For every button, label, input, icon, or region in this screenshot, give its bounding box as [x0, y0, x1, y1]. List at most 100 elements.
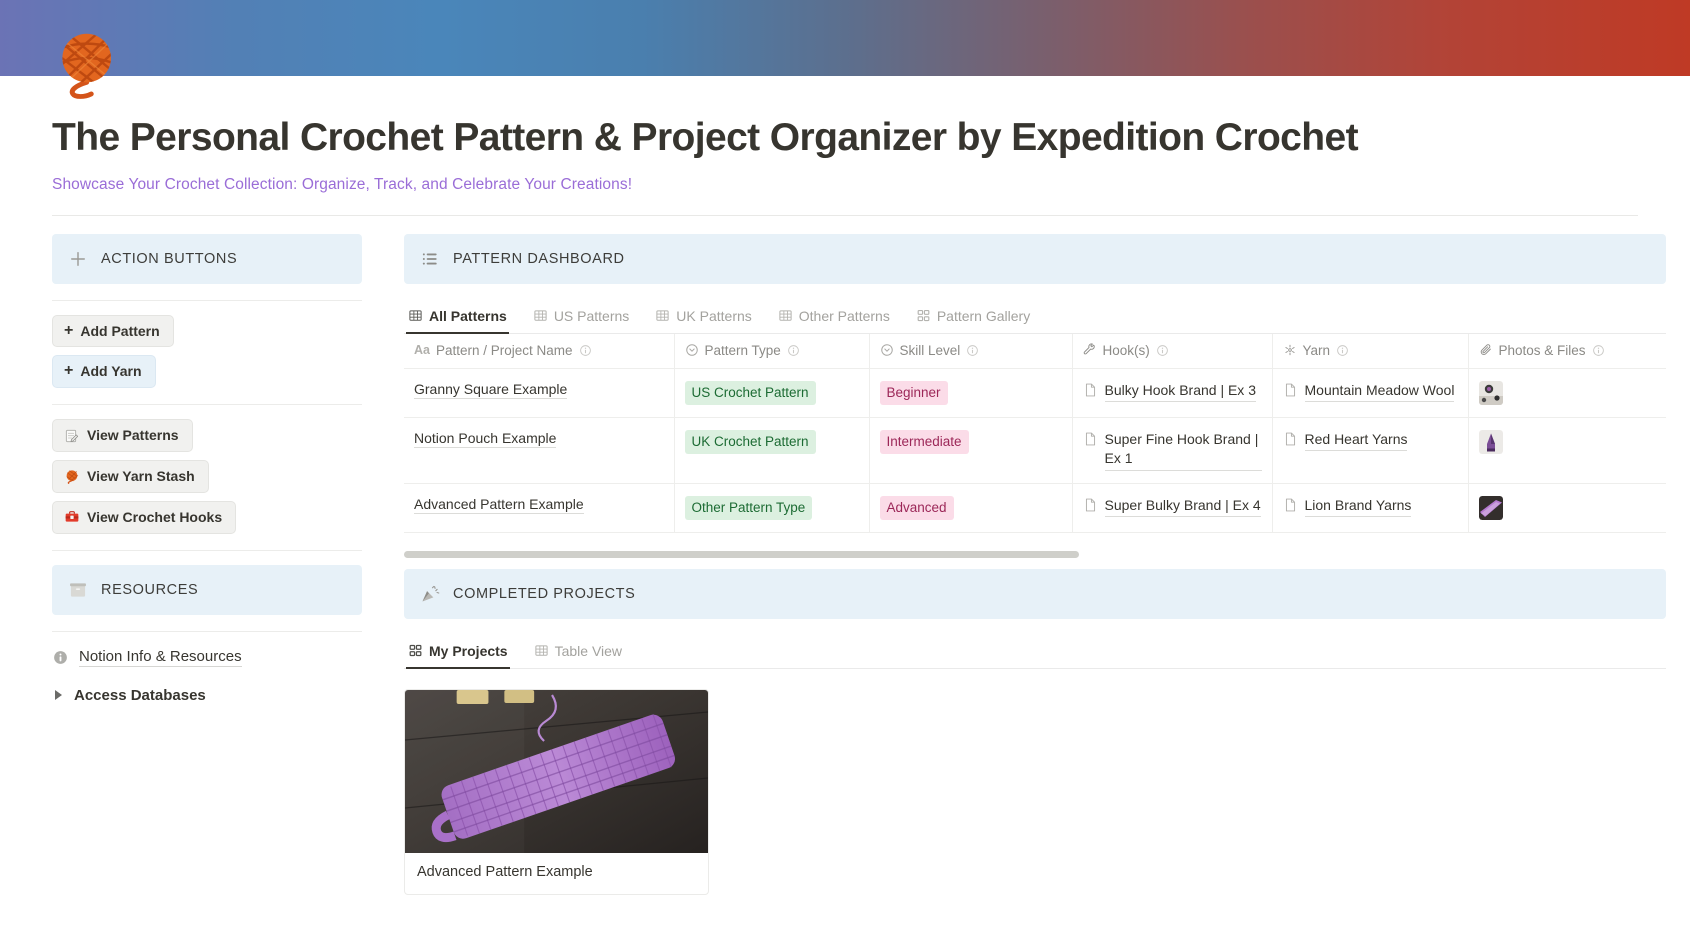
column-header-skill-level[interactable]: Skill Level — [869, 333, 1073, 369]
cell-skill-level[interactable]: Advanced — [869, 483, 1073, 533]
column-label: Hook(s) — [1102, 342, 1150, 358]
photo-thumbnail[interactable] — [1478, 429, 1503, 454]
page-icon — [1085, 498, 1095, 511]
plus-icon — [71, 251, 85, 266]
column-header-pattern-name[interactable]: Aa Pattern / Project Name — [404, 333, 675, 369]
column-header-photos-files[interactable]: Photos & Files — [1468, 333, 1666, 369]
page-icon — [1285, 383, 1295, 397]
yarn-relation-link[interactable]: Mountain Meadow Wool — [1304, 381, 1455, 402]
collapsed-triangle-icon[interactable] — [55, 690, 62, 701]
notion-info-resources-link[interactable]: Notion Info & Resources — [52, 648, 362, 667]
view-crochet-hooks-label: View Crochet Hooks — [87, 508, 223, 525]
access-databases-toggle[interactable]: Access Databases — [55, 687, 362, 704]
card-file-box-icon — [70, 582, 86, 597]
yarn-ball-icon — [66, 470, 79, 485]
info-icon — [54, 650, 67, 664]
info-icon[interactable] — [1156, 344, 1169, 357]
relation-icon — [1284, 345, 1295, 356]
gallery-icon — [409, 645, 422, 657]
gallery-card[interactable]: Advanced Pattern Example — [404, 688, 709, 895]
hook-relation-link[interactable]: Super Fine Hook Brand | Ex 1 — [1104, 430, 1262, 471]
table-horizontal-scrollbar[interactable] — [404, 550, 1666, 558]
hook-relation-link[interactable]: Super Bulky Brand | Ex 4 — [1104, 496, 1261, 517]
table-row[interactable]: Notion Pouch Example UK Crochet Pattern … — [404, 417, 1666, 484]
add-pattern-button[interactable]: + Add Pattern — [52, 314, 174, 348]
view-yarn-stash-button-row: View Yarn Stash — [52, 460, 362, 493]
cell-skill-level[interactable]: Intermediate — [869, 417, 1073, 484]
section-pattern-dashboard: PATTERN DASHBOARD — [404, 233, 1666, 284]
photo-thumbnail[interactable] — [1478, 380, 1503, 405]
cell-photos-files[interactable] — [1468, 483, 1666, 533]
section-label: PATTERN DASHBOARD — [453, 250, 625, 267]
table-icon — [534, 645, 548, 656]
sidebar-column: ACTION BUTTONS + Add Pattern + Add Yarn — [52, 216, 362, 704]
hook-relation-link[interactable]: Bulky Hook Brand | Ex 3 — [1104, 381, 1256, 402]
gallery-icon — [917, 310, 930, 322]
page-body: ACTION BUTTONS + Add Pattern + Add Yarn — [0, 216, 1690, 895]
view-yarn-stash-button[interactable]: View Yarn Stash — [52, 460, 209, 493]
paperclip-icon — [1480, 344, 1491, 356]
cell-pattern-name[interactable]: Advanced Pattern Example — [404, 483, 675, 533]
cell-pattern-type[interactable]: Other Pattern Type — [674, 483, 870, 533]
info-icon[interactable] — [1592, 344, 1605, 357]
party-popper-icon — [422, 585, 440, 602]
cell-yarn[interactable]: Lion Brand Yarns — [1272, 483, 1469, 533]
page-icon — [1285, 432, 1295, 446]
photo-thumbnail[interactable] — [1478, 495, 1503, 520]
info-icon[interactable] — [1336, 344, 1349, 357]
pattern-name-link[interactable]: Granny Square Example — [414, 380, 568, 399]
main-column: PATTERN DASHBOARD All Patterns US Patter… — [362, 216, 1666, 895]
patterns-table: Aa Pattern / Project Name Pattern Type S… — [404, 333, 1666, 533]
yarn-relation-link[interactable]: Red Heart Yarns — [1304, 430, 1408, 452]
cell-pattern-type[interactable]: UK Crochet Pattern — [674, 417, 870, 484]
cell-photos-files[interactable] — [1468, 368, 1666, 418]
column-header-yarn[interactable]: Yarn — [1272, 333, 1469, 369]
cell-yarn[interactable]: Mountain Meadow Wool — [1272, 368, 1469, 418]
section-label: COMPLETED PROJECTS — [453, 585, 636, 602]
tab-label: UK Patterns — [676, 307, 752, 324]
view-patterns-button[interactable]: View Patterns — [52, 419, 193, 453]
info-icon[interactable] — [787, 344, 800, 357]
pattern-name-link[interactable]: Notion Pouch Example — [414, 429, 557, 448]
page-icon — [1285, 498, 1295, 511]
table-icon — [534, 310, 547, 321]
tab-us-patterns[interactable]: US Patterns — [531, 302, 631, 333]
add-yarn-button[interactable]: + Add Yarn — [52, 355, 156, 389]
cell-skill-level[interactable]: Beginner — [869, 368, 1073, 418]
skill-level-tag: Advanced — [879, 495, 954, 520]
pattern-name-link[interactable]: Advanced Pattern Example — [414, 495, 584, 514]
info-icon[interactable] — [966, 344, 979, 357]
tab-pattern-gallery[interactable]: Pattern Gallery — [914, 302, 1032, 333]
divider — [52, 299, 362, 301]
yarn-relation-link[interactable]: Lion Brand Yarns — [1304, 496, 1412, 517]
tab-all-patterns[interactable]: All Patterns — [406, 302, 509, 334]
info-icon[interactable] — [579, 344, 592, 357]
tab-uk-patterns[interactable]: UK Patterns — [653, 302, 753, 333]
table-row[interactable]: Granny Square Example US Crochet Pattern… — [404, 368, 1666, 418]
view-crochet-hooks-button[interactable]: View Crochet Hooks — [52, 500, 237, 534]
cell-pattern-name[interactable]: Granny Square Example — [404, 368, 675, 418]
tab-other-patterns[interactable]: Other Patterns — [776, 302, 892, 333]
access-databases-label: Access Databases — [74, 686, 206, 704]
cell-yarn[interactable]: Red Heart Yarns — [1272, 417, 1469, 484]
tab-table-view[interactable]: Table View — [532, 637, 624, 668]
scrollbar-thumb[interactable] — [404, 550, 1080, 558]
divider — [52, 404, 362, 406]
wrench-icon — [1083, 343, 1095, 355]
cell-hooks[interactable]: Bulky Hook Brand | Ex 3 — [1072, 368, 1273, 418]
cell-pattern-name[interactable]: Notion Pouch Example — [404, 417, 675, 484]
pattern-type-tag: Other Pattern Type — [684, 495, 813, 520]
table-row[interactable]: Advanced Pattern Example Other Pattern T… — [404, 483, 1666, 533]
column-header-hooks[interactable]: Hook(s) — [1072, 333, 1273, 369]
cell-hooks[interactable]: Super Fine Hook Brand | Ex 1 — [1072, 417, 1273, 484]
column-label: Pattern Type — [704, 342, 781, 358]
cell-pattern-type[interactable]: US Crochet Pattern — [674, 368, 870, 418]
column-header-pattern-type[interactable]: Pattern Type — [674, 333, 870, 369]
project-photo — [405, 689, 708, 853]
page-subtitle: Showcase Your Crochet Collection: Organi… — [52, 175, 633, 193]
tab-my-projects[interactable]: My Projects — [406, 637, 510, 669]
cell-photos-files[interactable] — [1468, 417, 1666, 484]
view-patterns-label: View Patterns — [87, 427, 179, 444]
pattern-dashboard-tabs: All Patterns US Patterns UK Patterns Oth… — [404, 302, 1666, 334]
cell-hooks[interactable]: Super Bulky Brand | Ex 4 — [1072, 483, 1273, 533]
